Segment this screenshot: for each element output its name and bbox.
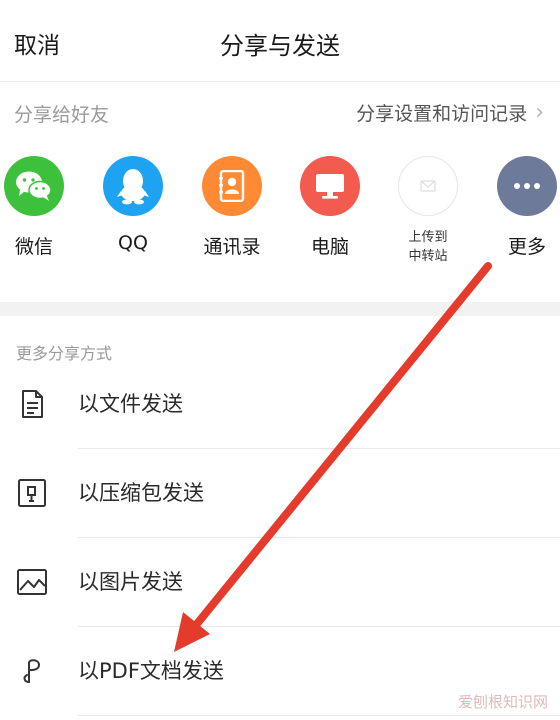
- page-title: 分享与发送: [220, 32, 340, 60]
- qq-icon: [103, 156, 163, 216]
- share-target-label-line: 中转站: [408, 249, 448, 264]
- document-icon: [16, 388, 48, 420]
- share-target-label: 更多: [507, 236, 546, 258]
- image-icon: [16, 566, 48, 598]
- share-targets: 微信 QQ 通讯录 电脑 上传到 中转站 更多: [0, 150, 560, 280]
- contacts-icon: [202, 156, 262, 216]
- zip-icon: [16, 477, 48, 509]
- section-divider: [0, 302, 560, 316]
- share-target-label: QQ: [118, 232, 148, 254]
- row-label: 以PDF文档发送: [78, 659, 224, 683]
- watermark: 爱刨根知识网: [457, 693, 548, 711]
- share-target-computer[interactable]: 电脑: [280, 156, 380, 259]
- share-friends-bar: 分享给好友 分享设置和访问记录 ›: [0, 82, 560, 142]
- top-bar: 取消 分享与发送: [0, 0, 560, 82]
- more-icon: [497, 156, 557, 216]
- share-target-label: 微信: [14, 236, 53, 258]
- share-target-contacts[interactable]: 通讯录: [182, 156, 282, 259]
- share-friends-label: 分享给好友: [14, 104, 110, 126]
- share-target-qq[interactable]: QQ: [83, 156, 183, 254]
- share-target-label: 上传到 中转站: [378, 228, 478, 266]
- share-as-file-row[interactable]: 以文件发送: [0, 360, 560, 449]
- computer-icon: [300, 156, 360, 216]
- row-divider: [78, 715, 560, 716]
- share-target-upload-transfer[interactable]: 上传到 中转站: [378, 156, 478, 266]
- wechat-icon: [4, 156, 64, 216]
- chevron-right-icon: ›: [535, 100, 544, 125]
- pdf-icon: [16, 655, 48, 687]
- row-label: 以图片发送: [78, 570, 183, 594]
- share-target-label: 通讯录: [203, 236, 261, 258]
- upload-transfer-icon: [398, 156, 458, 216]
- row-label: 以文件发送: [78, 392, 183, 416]
- share-target-label: 电脑: [310, 236, 349, 258]
- share-settings-link[interactable]: 分享设置和访问记录 ›: [356, 99, 544, 126]
- share-target-label-line: 上传到: [408, 230, 448, 245]
- share-target-wechat[interactable]: 微信: [0, 156, 84, 259]
- share-target-more[interactable]: 更多: [477, 156, 560, 259]
- share-settings-label: 分享设置和访问记录: [356, 103, 528, 125]
- row-label: 以压缩包发送: [78, 481, 204, 505]
- share-as-image-row[interactable]: 以图片发送: [0, 538, 560, 627]
- share-as-zip-row[interactable]: 以压缩包发送: [0, 449, 560, 538]
